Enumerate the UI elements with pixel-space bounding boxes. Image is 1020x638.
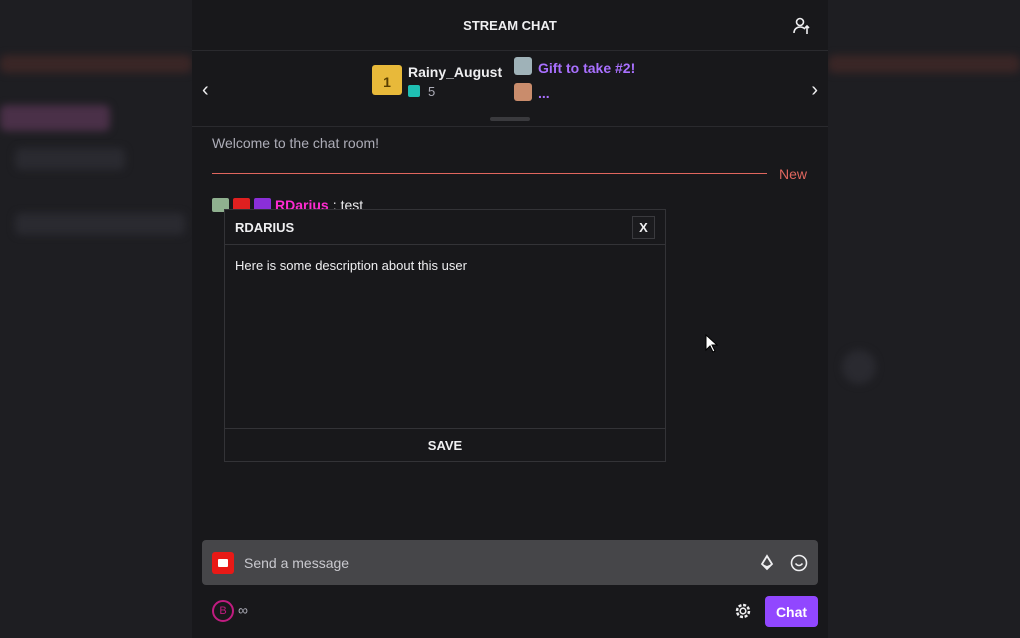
gold-gift-icon: 1 bbox=[372, 65, 402, 95]
background-page-left bbox=[0, 0, 192, 638]
silver-gift-icon bbox=[514, 57, 532, 75]
channel-points-icon[interactable]: B bbox=[212, 600, 234, 622]
new-label: New bbox=[779, 166, 808, 182]
background-page-right bbox=[828, 0, 1020, 638]
message-placeholder: Send a message bbox=[244, 554, 350, 571]
close-button[interactable]: X bbox=[632, 215, 655, 239]
chat-header: STREAM CHAT bbox=[192, 0, 828, 51]
description-textarea[interactable]: Here is some description about this user bbox=[225, 245, 665, 428]
gift-leaderboard: ‹ › 1 Rainy_August 5 Gift to take #2! ..… bbox=[192, 51, 828, 127]
user-description-dialog: RDARIUS X Here is some description about… bbox=[224, 209, 666, 462]
bits-icon[interactable] bbox=[758, 553, 776, 572]
user-settings-icon[interactable] bbox=[792, 16, 812, 36]
resize-handle[interactable] bbox=[490, 117, 530, 121]
chat-footer: B ∞ Chat bbox=[202, 596, 818, 628]
chevron-right-icon[interactable]: › bbox=[811, 79, 818, 102]
mouse-cursor-icon bbox=[705, 334, 719, 353]
dialog-title: RDARIUS bbox=[235, 219, 295, 235]
chevron-left-icon[interactable]: ‹ bbox=[202, 79, 209, 102]
chat-title: STREAM CHAT bbox=[463, 17, 557, 33]
bronze-gift-icon bbox=[514, 83, 532, 101]
save-button[interactable]: SAVE bbox=[225, 428, 665, 462]
third-gift-label: ... bbox=[538, 85, 550, 101]
welcome-message: Welcome to the chat room! bbox=[212, 135, 380, 151]
message-input[interactable]: Send a message bbox=[202, 540, 818, 585]
emoji-icon[interactable] bbox=[790, 554, 808, 572]
camera-icon bbox=[212, 551, 234, 574]
second-gift-label: Gift to take #2! bbox=[538, 60, 636, 76]
points-balance: ∞ bbox=[238, 602, 248, 618]
settings-icon[interactable] bbox=[733, 601, 753, 621]
leader-name: Rainy_August bbox=[408, 64, 503, 80]
chat-send-button[interactable]: Chat bbox=[765, 596, 818, 627]
stream-chat-panel: STREAM CHAT ‹ › 1 Rainy_August 5 Gift to… bbox=[192, 0, 828, 638]
new-messages-divider bbox=[212, 173, 767, 174]
gift-count: 5 bbox=[428, 84, 436, 99]
gift-count-icon bbox=[408, 85, 420, 97]
